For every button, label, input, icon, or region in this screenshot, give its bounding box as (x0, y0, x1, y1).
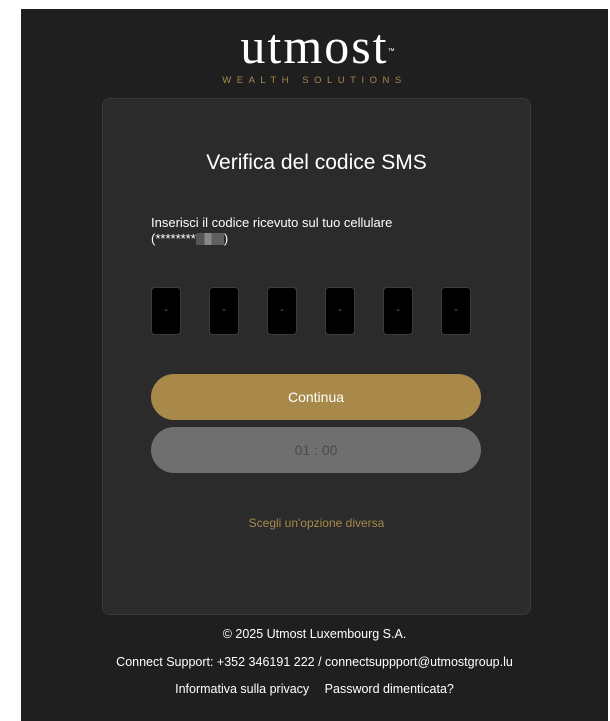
support-contact: Connect Support: +352 346191 222 / conne… (116, 655, 513, 669)
forgot-password-link[interactable]: Password dimenticata? (325, 682, 454, 696)
redacted-phone-digits (195, 233, 224, 245)
instruction-text: Inserisci il codice ricevuto sul tuo cel… (151, 215, 491, 247)
code-digit-5[interactable]: - (383, 287, 413, 335)
copyright-text: © 2025 Utmost Luxembourg S.A. (222, 627, 407, 641)
logo-trademark: ™ (387, 48, 397, 55)
code-digit-1[interactable]: - (151, 287, 181, 335)
code-digit-4[interactable]: - (325, 287, 355, 335)
masked-phone-suffix: ) (223, 231, 229, 246)
logo-wordmark: utmost (240, 18, 389, 74)
resend-timer-button: 01 : 00 (151, 427, 481, 473)
login-frame: utmost ™ WEALTH SOLUTIONS Verifica del c… (21, 9, 608, 721)
privacy-link[interactable]: Informativa sulla privacy (175, 682, 309, 696)
utmost-logo: utmost ™ WEALTH SOLUTIONS (21, 21, 608, 86)
instruction-label: Inserisci il codice ricevuto sul tuo cel… (151, 215, 393, 230)
page-title: Verifica del codice SMS (206, 151, 427, 174)
code-digit-2[interactable]: - (209, 287, 239, 335)
continue-button[interactable]: Continua (151, 374, 481, 420)
sms-verification-card: Verifica del codice SMS Inserisci il cod… (102, 98, 531, 615)
code-digit-6[interactable]: - (441, 287, 471, 335)
logo-tagline: WEALTH SOLUTIONS (222, 75, 407, 86)
footer-links: Informativa sulla privacy Password dimen… (21, 682, 608, 696)
choose-other-option-link[interactable]: Scegli un'opzione diversa (103, 516, 530, 530)
masked-phone-prefix: (******** (151, 231, 196, 246)
code-digit-3[interactable]: - (267, 287, 297, 335)
